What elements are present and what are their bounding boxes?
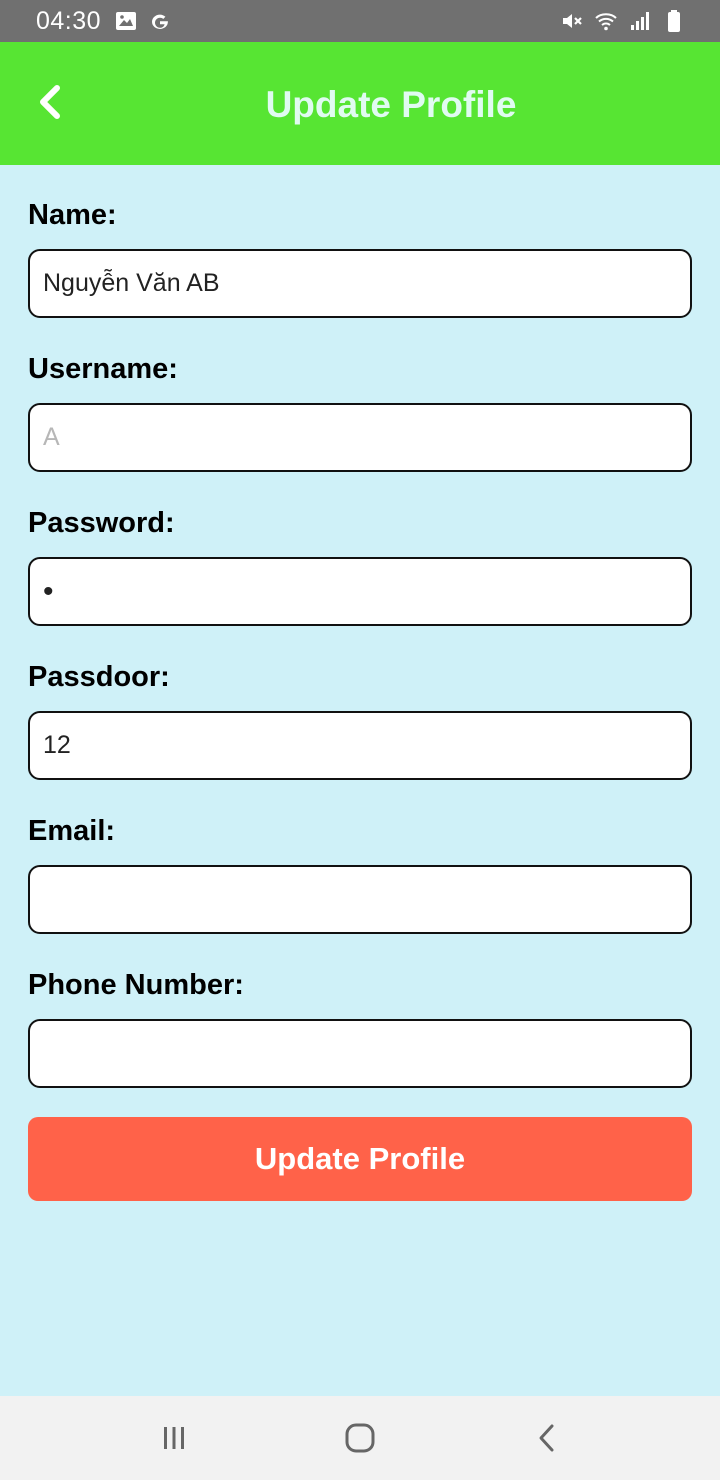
wifi-icon xyxy=(595,13,617,31)
system-back-button[interactable] xyxy=(528,1418,568,1458)
update-profile-button-label: Update Profile xyxy=(254,1141,466,1176)
name-field[interactable]: Nguyễn Văn AB xyxy=(28,249,692,318)
passdoor-field[interactable]: 12 xyxy=(28,711,692,780)
email-label: Email: xyxy=(28,815,116,847)
passdoor-label: Passdoor: xyxy=(28,661,170,693)
recent-apps-icon xyxy=(164,1427,184,1449)
recent-apps-button[interactable] xyxy=(154,1418,194,1458)
update-profile-button[interactable]: Update Profile xyxy=(28,1117,692,1201)
password-field[interactable]: • xyxy=(28,557,692,626)
system-nav-bar xyxy=(0,1396,720,1480)
passdoor-field-value: 12 xyxy=(43,731,71,759)
name-field-value: Nguyễn Văn AB xyxy=(43,269,220,297)
status-bar: 04:30 xyxy=(0,0,720,42)
password-field-value: • xyxy=(43,574,54,608)
google-icon xyxy=(152,14,168,29)
status-time: 04:30 xyxy=(36,7,102,35)
back-icon xyxy=(539,1424,554,1452)
signal-icon xyxy=(631,12,649,30)
page-title: Update Profile xyxy=(265,84,517,125)
username-field[interactable]: A xyxy=(28,403,692,472)
home-icon xyxy=(345,1423,375,1453)
username-field-placeholder: A xyxy=(43,423,60,451)
email-field[interactable] xyxy=(28,865,692,934)
image-icon xyxy=(116,12,136,30)
app-bar: Update Profile xyxy=(0,42,720,165)
mute-icon xyxy=(563,14,582,28)
phone-number-field[interactable] xyxy=(28,1019,692,1088)
username-label: Username: xyxy=(28,353,178,385)
home-button[interactable] xyxy=(340,1418,380,1458)
battery-icon xyxy=(668,10,680,32)
password-label: Password: xyxy=(28,507,175,539)
phone-number-label: Phone Number: xyxy=(28,969,244,1001)
name-label: Name: xyxy=(28,199,117,231)
